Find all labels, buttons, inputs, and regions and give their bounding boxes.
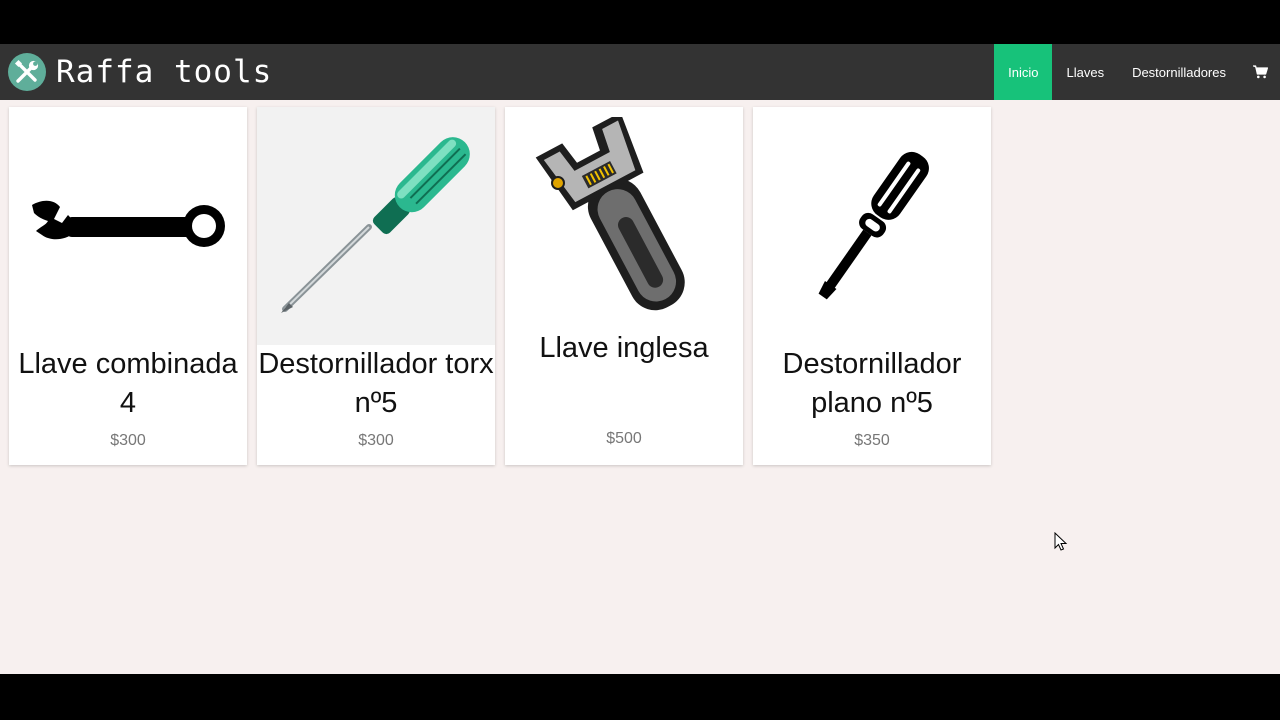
product-name: Destornillador torx nº5 (258, 348, 494, 419)
torx-screwdriver-icon (281, 137, 470, 313)
cart-button[interactable] (1240, 44, 1280, 100)
wrench-screwdriver-icon (8, 53, 46, 91)
product-name: Llave inglesa (539, 332, 709, 364)
product-card[interactable]: Llave combinada 4 $300 (9, 107, 247, 465)
page: Raffa tools Inicio Llaves Destornillador… (0, 44, 1280, 674)
letterbox-top (0, 0, 1280, 44)
nav-links: Inicio Llaves Destornilladores (994, 44, 1280, 100)
nav-item-inicio[interactable]: Inicio (994, 44, 1053, 100)
navbar: Raffa tools Inicio Llaves Destornillador… (0, 44, 1280, 100)
product-image (505, 107, 743, 327)
letterbox-bottom (0, 674, 1280, 720)
product-image (257, 107, 495, 345)
flat-screwdriver-icon (818, 151, 929, 300)
product-price: $300 (110, 432, 146, 449)
product-price: $300 (358, 432, 394, 449)
adjustable-wrench-icon (535, 117, 685, 311)
nav-item-llaves[interactable]: Llaves (1052, 44, 1118, 100)
mouse-cursor-icon (1054, 532, 1068, 551)
combination-wrench-icon (32, 200, 225, 247)
product-name: Llave combinada 4 (18, 348, 238, 419)
product-grid: Llave combinada 4 $300 Destornillador to… (9, 107, 991, 465)
product-name: Destornillador plano nº5 (782, 348, 962, 419)
product-card[interactable]: Llave inglesa $500 (505, 107, 743, 465)
product-image (9, 107, 247, 345)
product-card[interactable]: Destornillador plano nº5 $350 (753, 107, 991, 465)
brand-name: Raffa tools (56, 54, 273, 90)
shopping-cart-icon (1252, 65, 1268, 79)
product-card[interactable]: Destornillador torx nº5 $300 (257, 107, 495, 465)
product-price: $350 (854, 432, 890, 449)
brand-link[interactable]: Raffa tools (8, 52, 272, 92)
nav-item-destornilladores[interactable]: Destornilladores (1118, 44, 1240, 100)
product-price: $500 (606, 430, 642, 447)
product-image (753, 107, 991, 345)
